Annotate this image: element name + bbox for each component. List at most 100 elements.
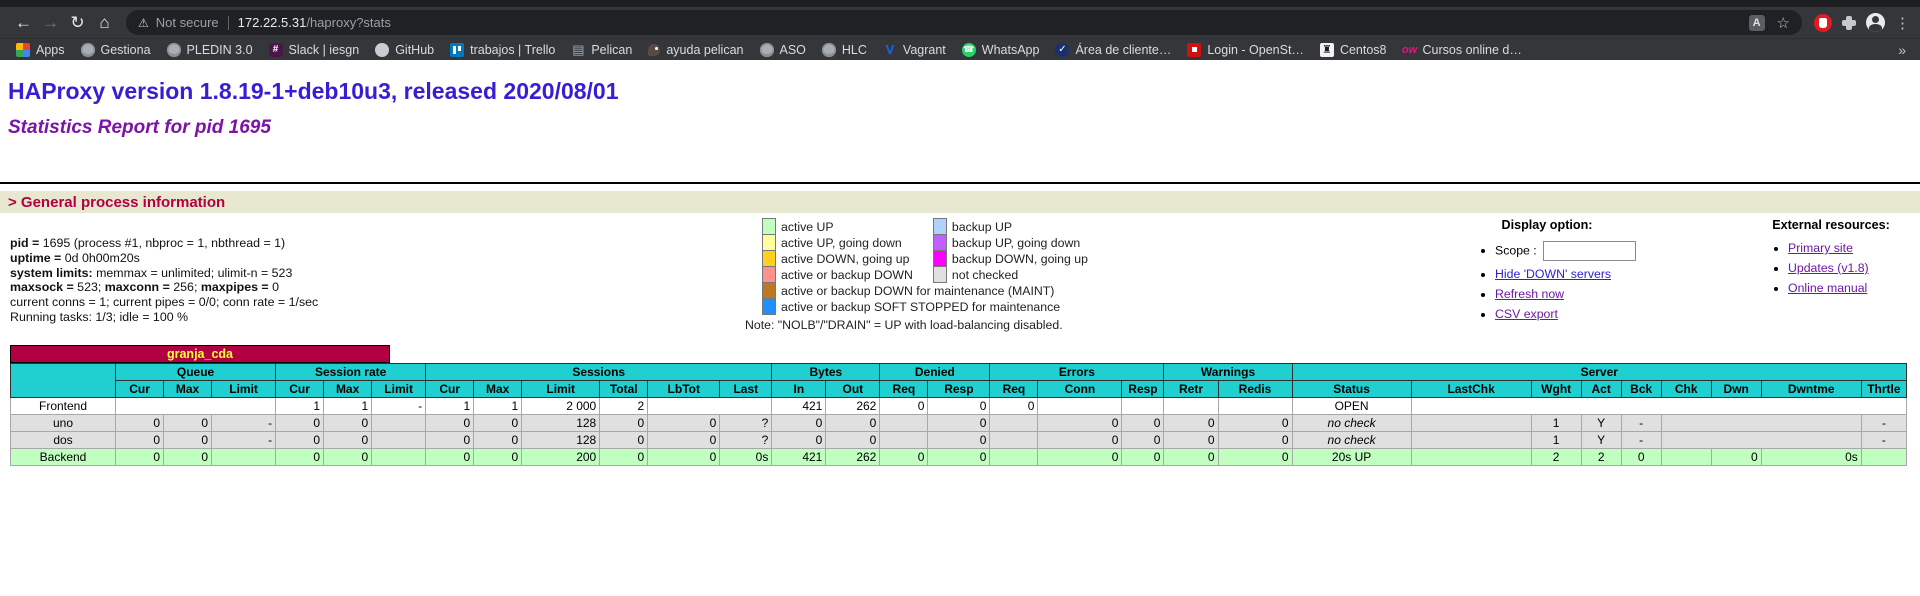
stat-cell	[1410, 397, 1908, 415]
divider	[0, 182, 1920, 184]
link-csv-export[interactable]: CSV export	[1495, 307, 1558, 321]
process-info-line: system limits: memmax = unlimited; ulimi…	[10, 265, 293, 280]
stat-cell: 0	[989, 397, 1039, 415]
bookmark-item[interactable]: Pelican	[563, 41, 640, 59]
stat-cell: 0	[1710, 448, 1762, 466]
stat-cell: 0	[647, 448, 721, 466]
openstack-favicon-icon	[1187, 42, 1202, 57]
stat-cell	[1410, 431, 1532, 449]
legend-label: backup UP, going down	[951, 235, 1081, 250]
status-legend: active UP backup UP active UP, going down b…	[745, 218, 1108, 332]
column-header: Resp	[927, 380, 991, 398]
stat-cell: 1	[1530, 414, 1582, 432]
address-bar[interactable]: ⚠ Not secure 172.22.5.31 /haproxy?stats …	[126, 10, 1802, 35]
stat-cell: 0	[473, 448, 523, 466]
bookmark-item[interactable]: ayuda pelican	[640, 41, 751, 59]
bookmark-item[interactable]: GitHub	[367, 41, 442, 59]
link-hide-down-servers[interactable]: Hide 'DOWN' servers	[1495, 267, 1611, 281]
column-header: Max	[163, 380, 213, 398]
bookmark-item[interactable]: Gestiona	[73, 41, 159, 59]
bookmark-item[interactable]: Slack | iesgn	[261, 41, 368, 59]
scope-input[interactable]	[1543, 241, 1637, 261]
extensions-puzzle-icon[interactable]	[1842, 15, 1856, 30]
bookmarks-bar: Apps Gestiona PLEDIN 3.0 Slack | iesgn GitHu…	[0, 38, 1920, 60]
bookmark-label: Pelican	[591, 42, 633, 57]
group-header-errors: Errors	[989, 363, 1165, 381]
home-icon[interactable]: ⌂	[91, 9, 118, 36]
legend-note: Note: "NOLB"/"DRAIN" = UP with load-bala…	[745, 318, 1063, 332]
proxy-name-header[interactable]: granja_cda	[10, 345, 390, 363]
bookmark-item[interactable]: trabajos | Trello	[442, 41, 563, 59]
legend-swatch	[932, 250, 947, 267]
stat-cell	[989, 431, 1039, 449]
legend-label: not checked	[951, 267, 1019, 282]
stat-cell: -	[1860, 431, 1908, 449]
stat-cell: 0	[1217, 414, 1293, 432]
bookmark-item[interactable]: WhatsApp	[954, 41, 1048, 59]
back-icon[interactable]: ←	[10, 9, 37, 36]
globe-favicon-icon	[166, 42, 181, 57]
stat-cell: 2	[1530, 448, 1582, 466]
bookmark-item[interactable]: Vagrant	[875, 41, 954, 59]
legend-swatch	[762, 298, 776, 315]
stat-cell: 0	[323, 431, 373, 449]
stat-cell: 0	[599, 414, 649, 432]
column-header: LbTot	[647, 380, 721, 398]
row-name: Backend	[9, 448, 117, 466]
row-name: Frontend	[9, 397, 117, 415]
section-header: > General process information	[8, 194, 226, 211]
stat-cell: 0	[1121, 414, 1165, 432]
scope-option: Scope :	[1495, 241, 1657, 261]
omnibox-divider	[227, 15, 229, 30]
stat-cell: 0	[115, 431, 165, 449]
profile-avatar[interactable]	[1866, 13, 1885, 32]
column-header: Total	[599, 380, 649, 398]
translate-icon[interactable]: A	[1748, 14, 1765, 31]
link-online-manual[interactable]: Online manual	[1788, 281, 1867, 295]
external-resources-list: Primary site Updates (v1.8) Online manual	[1788, 241, 1920, 295]
column-header: Dwn	[1710, 380, 1762, 398]
stat-cell: 0	[927, 414, 991, 432]
link-updates-v1-8-[interactable]: Updates (v1.8)	[1788, 261, 1869, 275]
menu-dots-icon[interactable]: ⋮	[1895, 14, 1910, 32]
bookmark-star-icon[interactable]: ☆	[1777, 14, 1790, 32]
scope-label: Scope :	[1495, 243, 1537, 258]
stat-cell: 0	[879, 448, 929, 466]
stat-cell: 0s	[1760, 448, 1862, 466]
stats-row-dos: dos 0 0-0 0 0 0 128 0 0? 0 0 0 0 0 0 0 no check 1 Y - -	[9, 431, 1908, 449]
link-refresh-now[interactable]: Refresh now	[1495, 287, 1564, 301]
column-header: Max	[323, 380, 373, 398]
forward-icon[interactable]: →	[37, 9, 64, 36]
column-header: Wght	[1530, 380, 1582, 398]
stat-cell: 0	[1620, 448, 1662, 466]
bird-favicon-icon	[648, 43, 661, 56]
stat-cell: -	[371, 397, 427, 415]
reload-icon[interactable]: ↻	[64, 9, 91, 36]
group-header-session-rate: Session rate	[275, 363, 427, 381]
stat-cell	[1410, 448, 1532, 466]
link-primary-site[interactable]: Primary site	[1788, 241, 1853, 255]
bookmark-item[interactable]: PLEDIN 3.0	[159, 41, 261, 59]
stat-cell: Y	[1580, 414, 1622, 432]
bookmark-item[interactable]: Centos8	[1312, 41, 1395, 59]
bookmark-item[interactable]: Cursos online d…	[1395, 41, 1530, 59]
group-header-denied: Denied	[879, 363, 991, 381]
bookmark-item[interactable]: Login - OpenSt…	[1179, 41, 1312, 59]
legend-label: active UP, going down	[781, 235, 902, 250]
row-name: dos	[9, 431, 117, 449]
bookmark-label: PLEDIN 3.0	[186, 42, 253, 57]
adblock-extension-icon[interactable]	[1814, 13, 1832, 32]
bookmark-item[interactable]: ASO	[752, 41, 814, 59]
column-header: Limit	[371, 380, 427, 398]
vagrant-favicon-icon	[883, 43, 897, 57]
bookmark-item[interactable]: HLC	[814, 41, 875, 59]
stat-cell: 0	[425, 448, 475, 466]
stat-cell: 0	[825, 431, 881, 449]
bookmark-item[interactable]: Área de cliente…	[1047, 41, 1179, 59]
bookmark-item[interactable]: Apps	[8, 41, 73, 59]
page-title[interactable]: HAProxy version 1.8.19-1+deb10u3, releas…	[8, 78, 619, 105]
stat-cell: 0	[771, 414, 827, 432]
column-header: In	[771, 380, 827, 398]
bookmarks-overflow-icon[interactable]: »	[1892, 42, 1912, 58]
stat-cell	[115, 397, 277, 415]
